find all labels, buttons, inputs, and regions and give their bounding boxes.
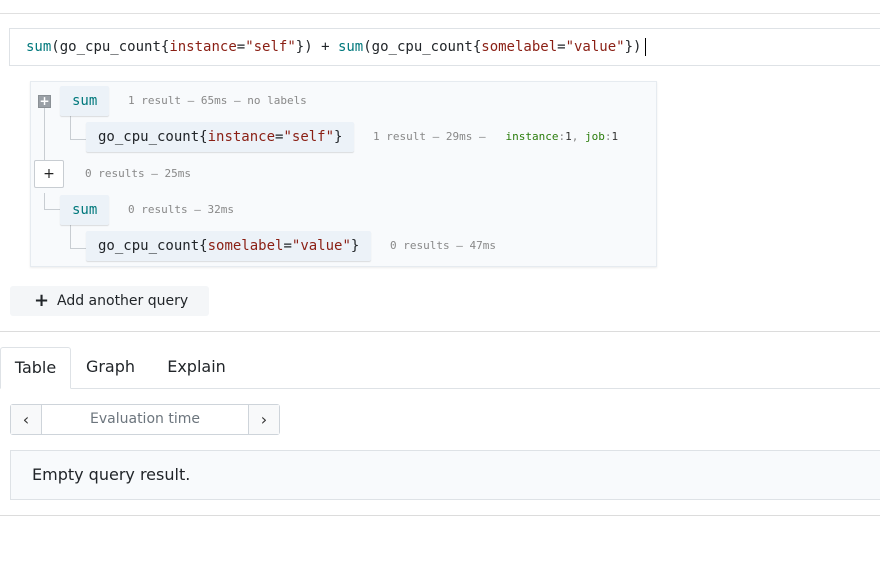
tree-connector bbox=[44, 193, 45, 209]
tree-connector bbox=[70, 248, 86, 249]
query-token: instance bbox=[169, 39, 237, 55]
node-function-label: sum bbox=[72, 202, 98, 218]
tree-connector bbox=[44, 209, 60, 210]
query-result-alert: Empty query result. bbox=[10, 450, 880, 500]
tab-label: Table bbox=[14, 358, 57, 377]
tree-node-selector-2[interactable]: go_cpu_count{somelabel="value"} bbox=[86, 231, 372, 261]
plus-icon: + bbox=[34, 290, 50, 311]
empty-result-message: Empty query result. bbox=[32, 465, 191, 484]
node-label-value: "self" bbox=[283, 129, 335, 145]
label-stat-value: 1 bbox=[565, 130, 572, 143]
section-divider bbox=[0, 515, 880, 516]
node-info-text: 1 result – 29ms – bbox=[373, 130, 486, 143]
query-token: "self" bbox=[245, 39, 296, 55]
tree-node-sum-2[interactable]: sum bbox=[60, 195, 110, 225]
node-metric: go_cpu_count bbox=[98, 129, 200, 145]
query-editor[interactable]: sum(go_cpu_count{instance="self"}) + sum… bbox=[9, 28, 880, 66]
query-token: ( bbox=[51, 39, 60, 55]
tab-label: Graph bbox=[85, 357, 136, 376]
query-token: "value" bbox=[565, 39, 625, 55]
chevron-left-icon[interactable]: ‹ bbox=[11, 405, 42, 434]
tab-explain[interactable]: Explain bbox=[150, 347, 243, 389]
add-query-label: Add another query bbox=[57, 293, 189, 309]
node-label-name: somelabel bbox=[207, 238, 284, 254]
query-token: }) + bbox=[295, 39, 338, 55]
binary-op-node[interactable]: + bbox=[34, 160, 64, 188]
tree-connector bbox=[44, 107, 45, 163]
node-label-value: "value" bbox=[291, 238, 351, 254]
evaluation-time-input[interactable]: Evaluation time bbox=[42, 405, 248, 434]
tree-connector bbox=[70, 139, 86, 140]
node-label-name: instance bbox=[207, 129, 276, 145]
chevron-right-icon[interactable]: › bbox=[248, 405, 279, 434]
evaluation-time-control: ‹ Evaluation time › bbox=[10, 404, 280, 435]
top-divider bbox=[0, 13, 880, 14]
tab-graph[interactable]: Graph bbox=[71, 347, 150, 389]
query-token: go_cpu_count bbox=[371, 39, 473, 55]
section-divider bbox=[0, 331, 880, 332]
node-info-selector-1: 1 result – 29ms – instance:1, job:1 bbox=[373, 130, 619, 143]
binary-operator: + bbox=[43, 166, 55, 182]
node-function-label: sum bbox=[72, 93, 98, 109]
query-token: = bbox=[236, 39, 246, 55]
result-tabs: Table Graph Explain bbox=[0, 347, 880, 389]
node-metric: go_cpu_count bbox=[98, 238, 200, 254]
tree-node-selector-1[interactable]: go_cpu_count{instance="self"} bbox=[86, 122, 355, 152]
query-token: sum bbox=[26, 39, 52, 55]
query-token: sum bbox=[337, 39, 364, 55]
query-token: ( bbox=[363, 39, 372, 55]
label-stat-name: instance bbox=[505, 130, 559, 143]
collapse-node-button[interactable]: + bbox=[38, 95, 51, 108]
label-stat-name: job bbox=[584, 130, 605, 143]
add-query-button[interactable]: + Add another query bbox=[10, 286, 209, 316]
tree-connector bbox=[70, 115, 71, 139]
query-token: { bbox=[472, 39, 482, 55]
query-expression: sum(go_cpu_count{instance="self"}) + sum… bbox=[26, 39, 641, 55]
label-stat-value: 1 bbox=[611, 130, 619, 143]
tab-table[interactable]: Table bbox=[0, 347, 71, 389]
query-token: }) bbox=[624, 39, 642, 55]
node-info-sum-2: 0 results – 32ms bbox=[128, 203, 234, 216]
text-cursor bbox=[645, 38, 647, 56]
node-info-binop: 0 results – 25ms bbox=[85, 167, 191, 180]
node-info-sum-1: 1 result – 65ms – no labels bbox=[128, 94, 307, 107]
tree-node-sum-1[interactable]: sum bbox=[60, 86, 110, 116]
tab-label: Explain bbox=[167, 357, 226, 376]
tree-connector bbox=[70, 224, 71, 248]
query-token: somelabel bbox=[481, 39, 558, 55]
query-token: = bbox=[557, 39, 566, 55]
node-info-selector-2: 0 results – 47ms bbox=[390, 239, 496, 252]
query-token: go_cpu_count bbox=[59, 39, 161, 55]
explain-tree-panel: + sum 1 result – 65ms – no labels go_cpu… bbox=[30, 81, 657, 267]
